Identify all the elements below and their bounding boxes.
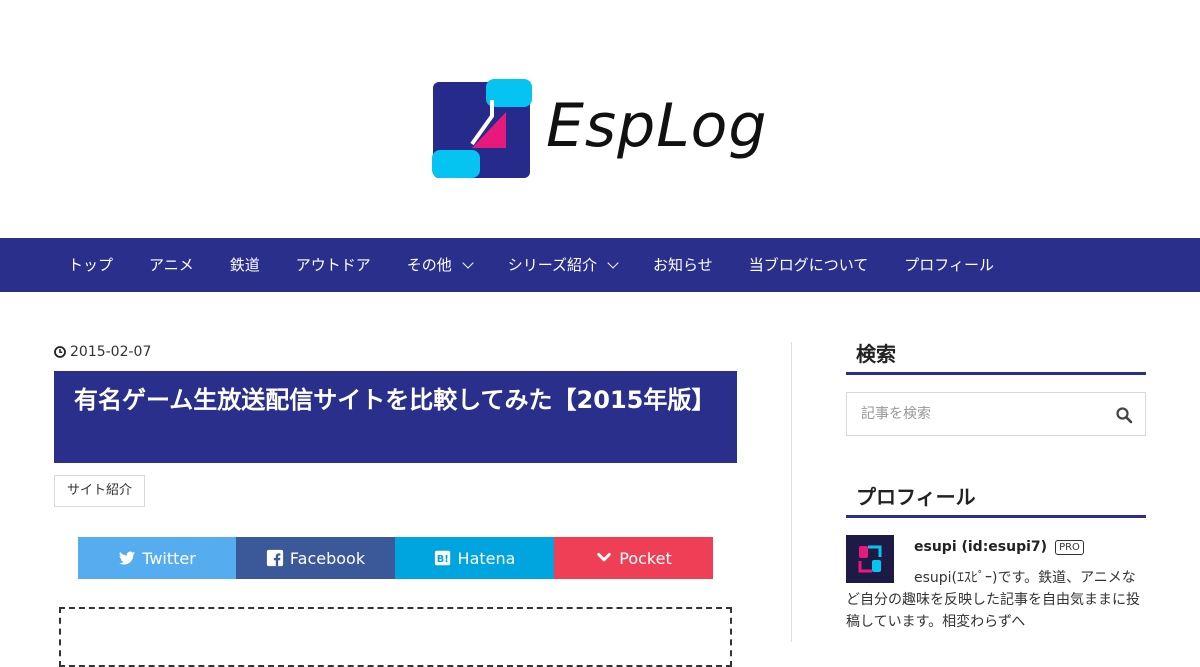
clock-icon [54, 346, 66, 358]
nav-item-other[interactable]: その他 [389, 238, 490, 292]
nav-item-news[interactable]: お知らせ [635, 238, 731, 292]
nav-label: 当ブログについて [748, 256, 869, 274]
nav-label: アウトドア [295, 256, 371, 274]
svg-text:B!: B! [436, 554, 448, 565]
search-field [846, 392, 1146, 436]
search-input[interactable] [859, 393, 1083, 435]
profile-description: esupi(ｴｽﾋﾟｰ)です。鉄道、アニメなど自分の趣味を反映した記事を自由気ま… [846, 570, 1140, 630]
logo-text: EspLog [546, 91, 768, 161]
profile-widget: プロフィール esupi (id:esupi7) PRO esupi(ｴｽﾋﾟｰ… [846, 483, 1146, 630]
post-date-text: 2015-02-07 [70, 344, 152, 360]
share-buttons: Twitter Facebook B! Hatena Pocket [78, 537, 713, 579]
site-header: EspLog [0, 0, 1200, 238]
share-pocket-button[interactable]: Pocket [554, 537, 713, 579]
nav-item-anime[interactable]: アニメ [131, 238, 212, 292]
category-tag[interactable]: サイト紹介 [54, 475, 146, 507]
pocket-chevron-icon [597, 552, 612, 562]
site-logo[interactable]: EspLog [432, 78, 772, 180]
nav-item-railway[interactable]: 鉄道 [212, 238, 278, 292]
content-divider [791, 342, 792, 642]
profile-name-link[interactable]: esupi (id:esupi7) [914, 539, 1047, 555]
chevron-down-icon [607, 257, 619, 269]
share-hatena-label: Hatena [457, 548, 516, 568]
profile-widget-title: プロフィール [846, 483, 1146, 518]
nav-label: お知らせ [653, 256, 713, 274]
share-twitter-label: Twitter [142, 548, 196, 568]
nav-label: シリーズ紹介 [507, 256, 598, 274]
profile-name: esupi (id:esupi7) PRO [914, 539, 1084, 555]
share-facebook-button[interactable]: Facebook [236, 537, 395, 579]
twitter-icon [119, 551, 136, 565]
article-title: 有名ゲーム生放送配信サイトを比較してみた【2015年版】 [74, 386, 716, 414]
nav-label: その他 [406, 256, 452, 274]
share-pocket-label: Pocket [619, 548, 672, 568]
hatena-bookmark-icon: B! [434, 550, 450, 566]
share-twitter-button[interactable]: Twitter [78, 537, 236, 579]
nav-label: トップ [68, 256, 114, 274]
nav-item-series[interactable]: シリーズ紹介 [490, 238, 635, 292]
share-facebook-label: Facebook [289, 548, 366, 568]
nav-item-top[interactable]: トップ [50, 238, 131, 292]
logo-mark-icon [432, 79, 532, 178]
pro-badge: PRO [1055, 539, 1084, 555]
nav-item-profile[interactable]: プロフィール [886, 238, 1012, 292]
search-widget-title: 検索 [846, 340, 1146, 375]
table-of-contents-box [59, 607, 732, 667]
chevron-down-icon [462, 257, 474, 269]
nav-list: トップ アニメ 鉄道 アウトドア その他 シリーズ紹介 お知らせ 当ブログについ… [50, 238, 1012, 292]
nav-label: 鉄道 [229, 256, 260, 274]
facebook-icon [266, 549, 284, 567]
article-title-box: 有名ゲーム生放送配信サイトを比較してみた【2015年版】 [54, 371, 737, 463]
nav-item-about[interactable]: 当ブログについて [731, 238, 887, 292]
post-date: 2015-02-07 [54, 344, 151, 360]
search-widget: 検索 [846, 340, 1146, 436]
nav-item-outdoor[interactable]: アウトドア [278, 238, 389, 292]
share-hatena-button[interactable]: B! Hatena [395, 537, 554, 579]
global-nav: トップ アニメ 鉄道 アウトドア その他 シリーズ紹介 お知らせ 当ブログについ… [0, 238, 1200, 292]
search-icon[interactable] [1115, 406, 1133, 424]
nav-label: アニメ [149, 256, 194, 274]
nav-label: プロフィール [904, 256, 994, 274]
